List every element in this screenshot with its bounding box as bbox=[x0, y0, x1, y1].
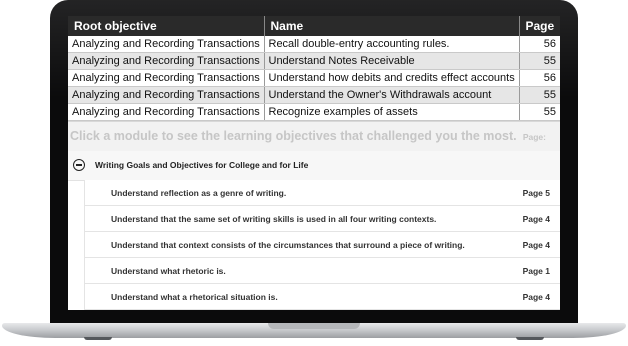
page-cell: 55 bbox=[519, 52, 560, 70]
column-header-name[interactable]: Name bbox=[264, 16, 520, 36]
table-row[interactable]: Analyzing and Recording Transactions Rec… bbox=[68, 36, 560, 53]
laptop-foot-left bbox=[84, 337, 112, 340]
objectives-table: Root objective Name Page Analyzing and R… bbox=[68, 16, 560, 121]
objective-label: Understand reflection as a genre of writ… bbox=[111, 188, 287, 198]
objective-label: Understand that context consists of the … bbox=[111, 240, 465, 250]
column-header-page[interactable]: Page bbox=[519, 16, 560, 36]
objective-name-cell: Recognize examples of assets bbox=[264, 103, 520, 121]
module-title[interactable]: Writing Goals and Objectives for College… bbox=[95, 160, 308, 170]
objective-name-cell: Understand Notes Receivable bbox=[264, 52, 520, 70]
objective-label: Understand what rhetoric is. bbox=[111, 266, 226, 276]
page-cell: 55 bbox=[519, 86, 560, 104]
table-row[interactable]: Analyzing and Recording Transactions Und… bbox=[68, 69, 560, 87]
column-header-root-objective[interactable]: Root objective bbox=[68, 16, 265, 36]
root-objective-cell: Analyzing and Recording Transactions bbox=[68, 69, 265, 87]
table-row[interactable]: Analyzing and Recording Transactions Und… bbox=[68, 86, 560, 104]
objective-page: Page 4 bbox=[522, 292, 550, 302]
laptop-foot-right bbox=[516, 337, 544, 340]
objective-list-item[interactable]: Understand what rhetoric is. Page 1 bbox=[84, 258, 560, 284]
module-prompt-text: Click a module to see the learning objec… bbox=[70, 129, 517, 143]
minus-circle-icon[interactable] bbox=[73, 159, 85, 171]
root-objective-cell: Analyzing and Recording Transactions bbox=[68, 36, 265, 53]
page-cell: 56 bbox=[519, 36, 560, 53]
laptop-base-notch bbox=[268, 323, 360, 329]
objective-name-cell: Recall double-entry accounting rules. bbox=[264, 36, 520, 53]
objective-page: Page 5 bbox=[522, 188, 550, 198]
objective-label: Understand that the same set of writing … bbox=[111, 214, 437, 224]
objective-page: Page 1 bbox=[522, 266, 550, 276]
objective-label: Understand what a rhetorical situation i… bbox=[111, 292, 278, 302]
module-prompt-bar: Click a module to see the learning objec… bbox=[68, 121, 560, 152]
module-header[interactable]: Writing Goals and Objectives for College… bbox=[68, 151, 560, 181]
objective-list-item[interactable]: Understand what a rhetorical situation i… bbox=[84, 284, 560, 310]
objective-name-cell: Understand how debits and credits effect… bbox=[264, 69, 520, 87]
root-objective-cell: Analyzing and Recording Transactions bbox=[68, 103, 265, 121]
prompt-page-label: Page: bbox=[522, 132, 546, 142]
root-objective-cell: Analyzing and Recording Transactions bbox=[68, 52, 265, 70]
table-header-row: Root objective Name Page bbox=[68, 16, 560, 36]
page-cell: 55 bbox=[519, 103, 560, 121]
table-row[interactable]: Analyzing and Recording Transactions Und… bbox=[68, 52, 560, 70]
laptop-screen: Root objective Name Page Analyzing and R… bbox=[68, 16, 560, 310]
objective-list-item[interactable]: Understand that the same set of writing … bbox=[84, 206, 560, 232]
root-objective-cell: Analyzing and Recording Transactions bbox=[68, 86, 265, 104]
objective-page: Page 4 bbox=[522, 214, 550, 224]
objective-list-item[interactable]: Understand reflection as a genre of writ… bbox=[84, 180, 560, 206]
page-cell: 56 bbox=[519, 69, 560, 87]
objective-list-item[interactable]: Understand that context consists of the … bbox=[84, 232, 560, 258]
objective-page: Page 4 bbox=[522, 240, 550, 250]
table-row[interactable]: Analyzing and Recording Transactions Rec… bbox=[68, 103, 560, 121]
objective-name-cell: Understand the Owner's Withdrawals accou… bbox=[264, 86, 520, 104]
module-objective-list: Understand reflection as a genre of writ… bbox=[84, 180, 560, 310]
